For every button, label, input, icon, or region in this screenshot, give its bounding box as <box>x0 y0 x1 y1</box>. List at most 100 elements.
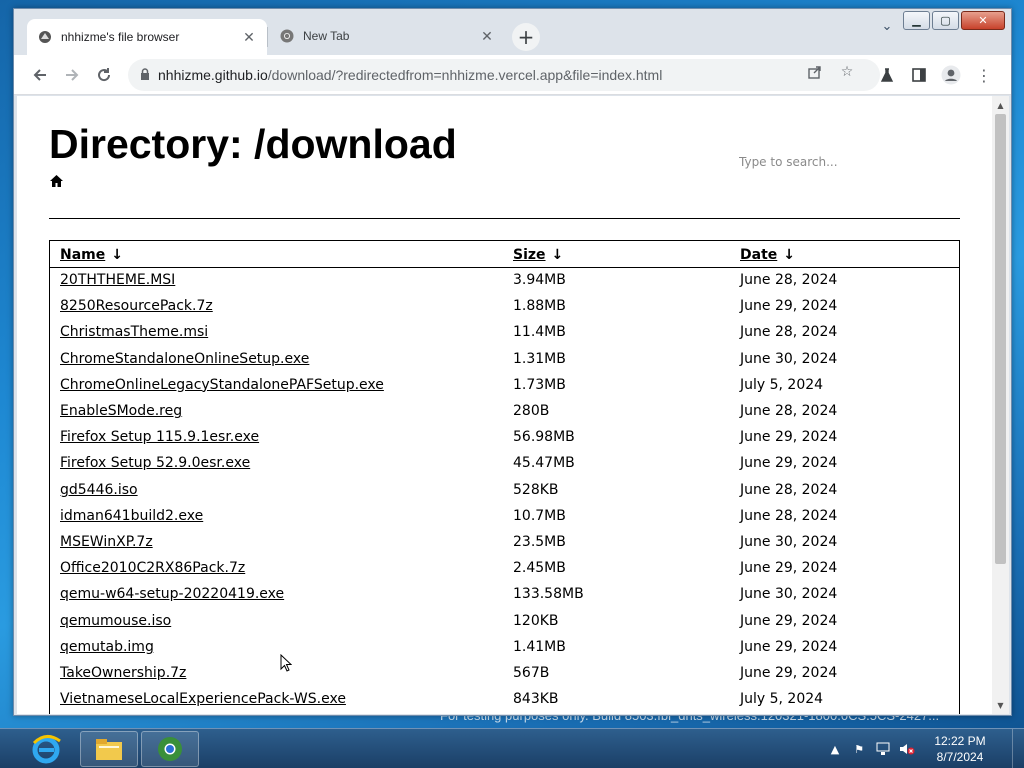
window-caption-buttons: ▁ ▢ ✕ <box>903 11 1005 30</box>
minimize-button[interactable]: ▁ <box>903 11 930 30</box>
file-size: 3.94MB <box>513 272 566 289</box>
show-desktop-button[interactable] <box>1012 729 1024 768</box>
file-date: July 5, 2024 <box>740 691 824 708</box>
close-window-button[interactable]: ✕ <box>961 11 1005 30</box>
file-size: 23.5MB <box>513 533 566 550</box>
scroll-thumb[interactable] <box>995 114 1006 564</box>
column-header-date[interactable]: Date ↓ <box>730 241 959 268</box>
file-date: June 29, 2024 <box>740 638 838 655</box>
address-bar[interactable]: nhhizme.github.io/download/?redirectedfr… <box>128 59 880 91</box>
network-icon[interactable] <box>874 740 892 758</box>
tab-search-chevron-icon[interactable]: ⌄ <box>876 15 898 37</box>
file-link[interactable]: 20THTHEME.MSI <box>60 272 175 288</box>
reload-icon[interactable] <box>90 61 118 89</box>
file-link[interactable]: Office2010C2RX86Pack.7z <box>60 560 245 576</box>
file-link[interactable]: qemutab.img <box>60 639 154 655</box>
close-tab-icon[interactable]: ✕ <box>241 29 257 46</box>
file-size: 280B <box>513 403 550 420</box>
file-date: June 29, 2024 <box>740 298 838 315</box>
file-date: June 28, 2024 <box>740 324 838 341</box>
file-link[interactable]: Firefox Setup 115.9.1esr.exe <box>60 429 259 445</box>
file-size: 1.88MB <box>513 298 566 315</box>
taskbar: ▲ ⚑ 12:22 PM 8/7/2024 <box>0 728 1024 768</box>
file-table-body: 20THTHEME.MSI 3.94MB June 28, 2024 8250Res… <box>50 267 959 712</box>
sidepanel-icon[interactable] <box>905 61 933 89</box>
file-link[interactable]: gd5446.iso <box>60 482 138 498</box>
url-path: /download/?redirectedfrom=nhhizme.vercel… <box>267 67 663 83</box>
file-link[interactable]: 8250ResourcePack.7z <box>60 298 213 314</box>
column-header-size[interactable]: Size ↓ <box>503 241 730 268</box>
divider <box>49 218 960 219</box>
file-link[interactable]: ChromeOnlineLegacyStandalonePAFSetup.exe <box>60 377 384 393</box>
file-link[interactable]: idman641build2.exe <box>60 508 203 524</box>
scroll-up-arrow-icon[interactable]: ▲ <box>992 98 1009 112</box>
kebab-menu-icon[interactable]: ⋮ <box>970 61 998 89</box>
table-row: 8250ResourcePack.7z 1.88MB June 29, 2024 <box>50 293 959 319</box>
profile-icon[interactable] <box>937 61 965 89</box>
directory-page: Directory: /download Name↓ Size↓ Date↓ <box>49 120 961 714</box>
lock-icon[interactable] <box>140 67 158 83</box>
tab-new-tab[interactable]: New Tab ✕ <box>269 19 505 53</box>
maximize-button[interactable]: ▢ <box>932 11 959 30</box>
file-size: 567B <box>513 664 550 681</box>
column-header-name[interactable]: Name ↓ <box>50 241 503 268</box>
system-tray: ▲ ⚑ 12:22 PM 8/7/2024 <box>826 729 1024 768</box>
star-icon[interactable]: ☆ <box>836 61 858 83</box>
file-date: June 28, 2024 <box>740 481 838 498</box>
clock-date: 8/7/2024 <box>936 750 984 764</box>
tab-file-browser[interactable]: nhhizme's file browser ✕ <box>27 19 267 55</box>
table-row: EnableSMode.reg 280B June 28, 2024 <box>50 398 959 424</box>
vertical-scrollbar[interactable]: ▲ ▼ <box>992 96 1009 714</box>
internet-explorer-icon[interactable] <box>26 729 66 768</box>
tab-title: New Tab <box>303 29 350 43</box>
new-tab-button[interactable]: + <box>512 23 540 51</box>
scroll-down-arrow-icon[interactable]: ▼ <box>992 698 1009 712</box>
file-size: 843KB <box>513 691 559 708</box>
arrow-left-icon[interactable] <box>26 61 54 89</box>
file-date: June 28, 2024 <box>740 272 838 289</box>
file-link[interactable]: TakeOwnership.7z <box>60 665 186 681</box>
file-link[interactable]: Firefox Setup 52.9.0esr.exe <box>60 455 250 471</box>
file-size: 1.41MB <box>513 638 566 655</box>
file-size: 1.73MB <box>513 376 566 393</box>
file-explorer-icon[interactable] <box>80 731 138 767</box>
table-row: qemu-w64-setup-20220419.exe 133.58MB June … <box>50 581 959 607</box>
arrow-right-icon[interactable] <box>58 61 86 89</box>
file-link[interactable]: MSEWinXP.7z <box>60 534 153 550</box>
file-link[interactable]: qemumouse.iso <box>60 613 171 629</box>
sort-arrow-icon: ↓ <box>551 246 564 263</box>
header-label: Size <box>513 246 546 263</box>
file-size: 120KB <box>513 612 559 629</box>
search-input[interactable] <box>739 150 961 174</box>
file-link[interactable]: qemu-w64-setup-20220419.exe <box>60 586 284 602</box>
file-link[interactable]: EnableSMode.reg <box>60 403 182 419</box>
home-icon[interactable] <box>49 174 64 192</box>
file-size: 10.7MB <box>513 507 566 524</box>
table-row: ChromeStandaloneOnlineSetup.exe 1.31MB Jun… <box>50 346 959 372</box>
file-table-container: Name ↓ Size ↓ Date ↓ 20THTHEME.MSI 3.94MB Jun… <box>49 240 960 714</box>
flask-icon[interactable] <box>873 61 901 89</box>
close-tab-icon[interactable]: ✕ <box>479 28 495 45</box>
tab-title: nhhizme's file browser <box>61 30 180 44</box>
table-row: idman641build2.exe 10.7MB June 28, 2024 <box>50 503 959 529</box>
chrome-taskbar-icon[interactable] <box>141 731 199 767</box>
file-size: 2.45MB <box>513 560 566 577</box>
table-row: 20THTHEME.MSI 3.94MB June 28, 2024 <box>50 267 959 293</box>
file-link[interactable]: VietnameseLocalExperiencePack-WS.exe <box>60 691 346 707</box>
show-hidden-icons-icon[interactable]: ▲ <box>826 740 844 758</box>
file-date: June 30, 2024 <box>740 350 838 367</box>
file-link[interactable]: ChromeStandaloneOnlineSetup.exe <box>60 351 309 367</box>
file-date: June 29, 2024 <box>740 429 838 446</box>
volume-muted-icon[interactable] <box>898 740 916 758</box>
file-link[interactable]: ChristmasTheme.msi <box>60 324 208 340</box>
browser-toolbar: nhhizme.github.io/download/?redirectedfr… <box>14 55 1011 95</box>
page-viewport: Directory: /download Name↓ Size↓ Date↓ <box>17 96 1009 714</box>
sort-arrow-icon: ↓ <box>111 246 123 263</box>
system-clock[interactable]: 12:22 PM 8/7/2024 <box>922 733 998 765</box>
table-row: ChromeOnlineLegacyStandalonePAFSetup.exe… <box>50 372 959 398</box>
file-date: June 28, 2024 <box>740 403 838 420</box>
share-icon[interactable] <box>804 61 826 83</box>
favicon-icon <box>37 29 53 45</box>
file-size: 11.4MB <box>513 324 566 341</box>
action-center-flag-icon[interactable]: ⚑ <box>850 740 868 758</box>
